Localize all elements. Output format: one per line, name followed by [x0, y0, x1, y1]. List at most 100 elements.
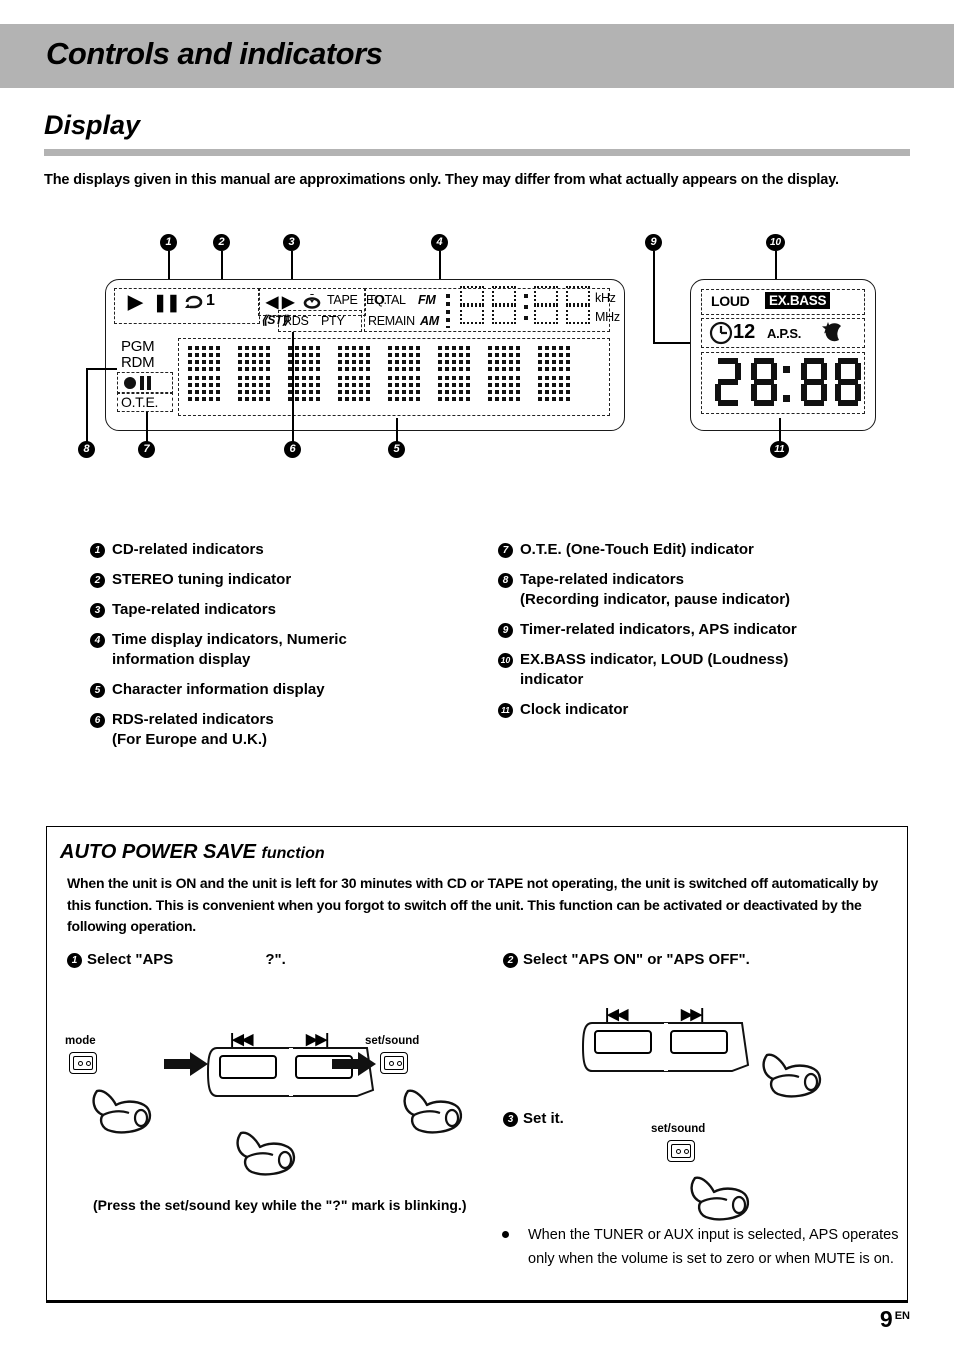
page-number-value: 9: [879, 1306, 893, 1332]
play-icon: ▶: [128, 292, 143, 313]
legend-bullet-3: 3: [90, 603, 105, 618]
numeric-digit-2: [490, 286, 518, 330]
setsound-key-1[interactable]: [380, 1052, 408, 1074]
callout-8: 8: [78, 441, 95, 458]
legend-text-4: Time display indicators, Numeric: [112, 631, 347, 648]
clock-colon: [783, 366, 790, 402]
am-label: AM: [420, 314, 439, 328]
star-moon-icon: [822, 322, 841, 342]
legend-text-2: STEREO tuning indicator: [112, 571, 292, 588]
skip-back-button-1[interactable]: [219, 1055, 277, 1079]
legend-text-8: Tape-related indicators: [520, 571, 684, 588]
mode-key[interactable]: [69, 1052, 97, 1074]
tape-loop-icon: [303, 294, 321, 309]
rds-label: RDS: [283, 314, 309, 328]
auto-power-save-box: AUTO POWER SAVE function When the unit i…: [46, 826, 908, 1301]
legend-text-3: Tape-related indicators: [112, 601, 276, 618]
setsound-key-label-1: set/sound: [365, 1035, 420, 1047]
aps-step-2: 2 Select "APS ON" or "APS OFF".: [503, 951, 750, 968]
legend-bullet-9: 9: [498, 623, 513, 638]
legend-item-2: 2 STEREO tuning indicator: [90, 570, 490, 590]
legend-text-6b: (For Europe and U.K.): [112, 731, 267, 748]
flow-arrow-2: [332, 1052, 376, 1076]
record-dot-icon: [124, 377, 136, 389]
page-title: Controls and indicators: [46, 36, 383, 71]
tape-rev-icon: ◀: [266, 294, 279, 311]
rdm-label: RDM: [121, 354, 155, 371]
callout-8-leader: [86, 368, 88, 442]
display-diagram: 1 2 3 4 9 10 ▶ ❚❚ 1 ◀ ▶ TAPE EQ. ⟪ST⟫ RD…: [0, 228, 954, 478]
ote-label: O.T.E.: [121, 394, 159, 410]
aps-step-2-text: Select "APS ON" or "APS OFF".: [523, 951, 750, 968]
legend-column-left: 1 CD-related indicators 2 STEREO tuning …: [90, 540, 490, 760]
pointing-hand-icon-1: [92, 1089, 152, 1134]
callout-1: 1: [160, 234, 177, 251]
legend-item-5: 5 Character information display: [90, 680, 490, 700]
footer-divider: [46, 1301, 908, 1303]
aps-title-light: function: [261, 845, 325, 862]
section-heading: Display: [44, 110, 141, 140]
main-lcd-panel: ▶ ❚❚ 1 ◀ ▶ TAPE EQ. ⟪ST⟫ RDS PTY TOTAL F…: [105, 279, 625, 431]
legend-bullet-10: 10: [498, 653, 513, 668]
tape-label: TAPE: [327, 293, 358, 307]
callout-11-leader: [779, 418, 781, 442]
callout-10: 10: [766, 234, 785, 251]
legend-item-7: 7 O.T.E. (One-Touch Edit) indicator: [498, 540, 918, 560]
pointing-hand-icon-5: [690, 1176, 750, 1221]
bullet-dot-icon: [502, 1231, 509, 1238]
callout-3: 3: [283, 234, 300, 251]
legend-item-8: 8 Tape-related indicators (Recording ind…: [498, 570, 918, 610]
char-cell-5: [388, 346, 422, 402]
skip-back-button-2[interactable]: [594, 1030, 652, 1054]
aps-bullet-note: When the TUNER or AUX input is selected,…: [502, 1223, 902, 1271]
aps-step-3-bullet: 3: [503, 1112, 518, 1127]
aps-step-1-text-a: Select "APS: [87, 951, 174, 968]
callout-7: 7: [138, 441, 155, 458]
aps-bullet-note-text: When the TUNER or AUX input is selected,…: [528, 1227, 899, 1267]
char-cell-6: [438, 346, 472, 402]
legend-bullet-4: 4: [90, 633, 105, 648]
aps-step-1: 1 Select "APS ?".: [67, 951, 286, 968]
callout-7-leader: [146, 412, 148, 442]
legend-text-6: RDS-related indicators: [112, 711, 274, 728]
clock-digit-1: [713, 358, 743, 413]
loud-label: LOUD: [711, 293, 750, 309]
legend-column-right: 7 O.T.E. (One-Touch Edit) indicator 8 Ta…: [498, 540, 918, 730]
callout-6: 6: [284, 441, 301, 458]
setsound-key-2[interactable]: [667, 1140, 695, 1162]
aps-step-1-text-b: ?".: [265, 951, 286, 968]
legend-text-10: EX.BASS indicator, LOUD (Loudness): [520, 651, 789, 668]
mhz-label: MHz: [595, 310, 620, 324]
aps-step-3: 3 Set it.: [503, 1110, 564, 1127]
legend-text-5: Character information display: [112, 681, 325, 698]
legend-text-7: O.T.E. (One-Touch Edit) indicator: [520, 541, 754, 558]
clock-digit-3: [799, 358, 829, 413]
legend-text-1: CD-related indicators: [112, 541, 264, 558]
char-cell-4: [338, 346, 372, 402]
total-label: TOTAL: [368, 293, 406, 307]
legend-bullet-11: 11: [498, 703, 513, 718]
legend-bullet-5: 5: [90, 683, 105, 698]
aps-step-3-text: Set it.: [523, 1110, 564, 1127]
legend-text-9: Timer-related indicators, APS indicator: [520, 621, 797, 638]
skip-forward-button-2[interactable]: [670, 1030, 728, 1054]
pgm-label: PGM: [121, 338, 155, 355]
numeric-colon: [524, 294, 528, 320]
pty-label: PTY: [321, 314, 345, 328]
callout-8-leader-h: [86, 368, 117, 370]
callout-6-leader: [292, 332, 294, 442]
aps-body-text: When the unit is ON and the unit is left…: [67, 875, 879, 934]
flow-arrow-1: [164, 1052, 208, 1076]
callout-4: 4: [431, 234, 448, 251]
pointing-hand-icon-2: [236, 1131, 296, 1176]
legend-text-8b: (Recording indicator, pause indicator): [520, 591, 791, 608]
remain-label: REMAIN: [368, 314, 415, 328]
char-cell-8: [538, 346, 572, 402]
aps-left-note: (Press the set/sound key while the "?" m…: [93, 1197, 467, 1213]
aps-step-2-bullet: 2: [503, 953, 518, 968]
clock-lcd-panel: LOUD EX.BASS 12 A.P.S.: [690, 279, 876, 431]
legend-item-6: 6 RDS-related indicators (For Europe and…: [90, 710, 490, 750]
aps-title: AUTO POWER SAVE function: [60, 841, 325, 864]
section-divider: [44, 149, 910, 156]
legend-item-10: 10 EX.BASS indicator, LOUD (Loudness) in…: [498, 650, 918, 690]
